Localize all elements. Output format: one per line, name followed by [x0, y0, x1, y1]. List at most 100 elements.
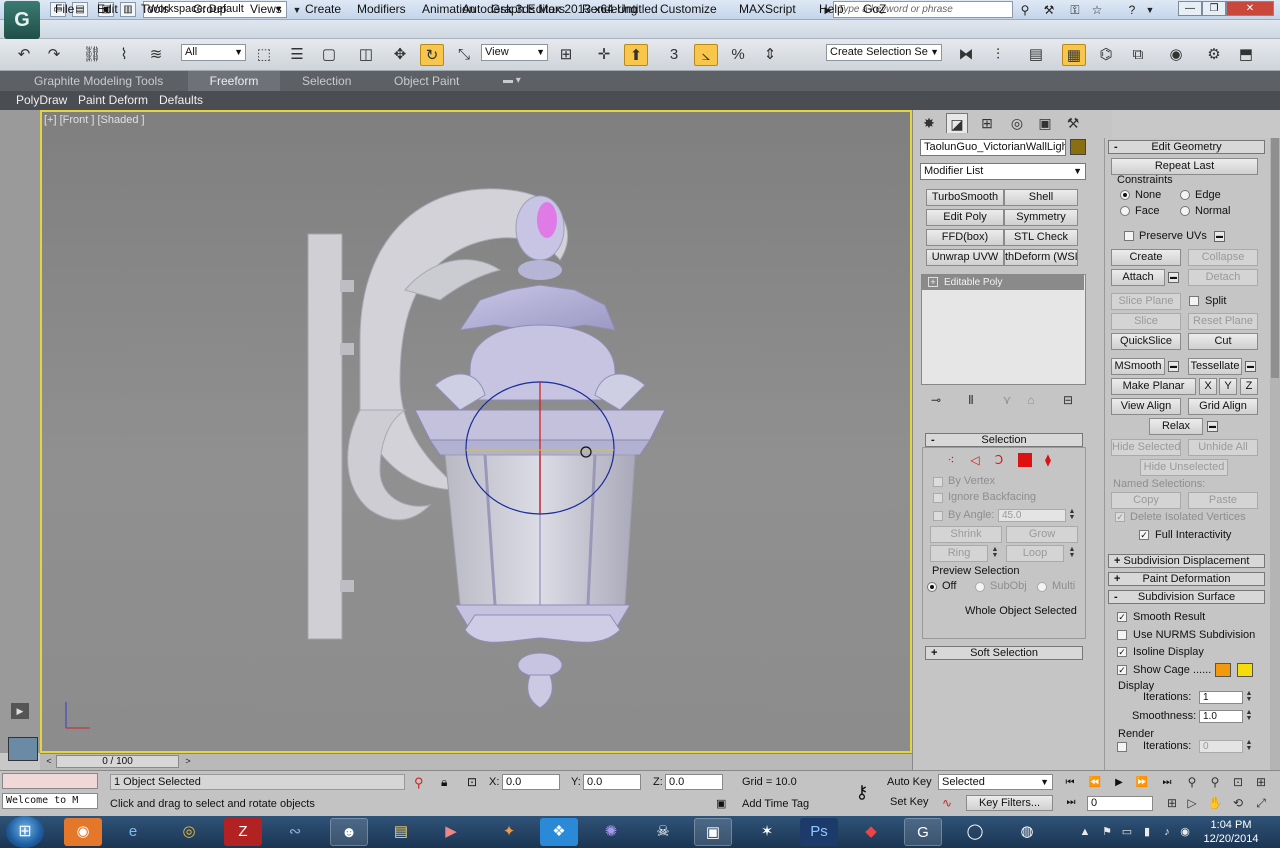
- planar-z-button[interactable]: Z: [1240, 378, 1258, 395]
- planar-y-button[interactable]: Y: [1219, 378, 1237, 395]
- app-purple-icon[interactable]: ✺: [592, 818, 630, 846]
- close-icon[interactable]: ✕: [1226, 1, 1274, 16]
- paste-button[interactable]: Paste: [1188, 492, 1258, 509]
- edit-geometry-rollout-header[interactable]: - Edit Geometry: [1108, 140, 1265, 154]
- spinner-arrows-icon[interactable]: ▲ ▼: [1245, 709, 1253, 723]
- show-cage-checkbox[interactable]: ✓: [1117, 665, 1127, 675]
- tessellate-settings-icon[interactable]: ▬: [1245, 361, 1256, 372]
- angle-snap-icon[interactable]: ⦣: [694, 44, 718, 66]
- create-panel-icon[interactable]: ✸: [918, 113, 940, 133]
- maxscript-listener-input[interactable]: [2, 773, 98, 789]
- maximize-viewport-icon[interactable]: ⤢: [1253, 796, 1269, 811]
- wrench-icon[interactable]: ⚒: [1041, 2, 1057, 18]
- layer-manager-icon[interactable]: ▤: [1024, 44, 1048, 66]
- app-creature-icon[interactable]: ☻: [330, 818, 368, 846]
- relax-settings-icon[interactable]: ▬: [1207, 421, 1218, 432]
- zoom-extents-all-icon[interactable]: ⊞: [1253, 775, 1269, 790]
- default-key-icon[interactable]: ⚷: [848, 783, 876, 801]
- add-time-tag-button[interactable]: Add Time Tag: [742, 798, 809, 810]
- hide-selected-button[interactable]: Hide Selected: [1111, 439, 1181, 456]
- by-angle-spinner[interactable]: 45.0: [998, 509, 1066, 522]
- maxscript-listener-output[interactable]: Welcome to M: [2, 793, 98, 809]
- app-logo-icon[interactable]: G: [4, 1, 40, 39]
- repeat-last-button[interactable]: Repeat Last: [1111, 158, 1258, 175]
- next-frame-icon[interactable]: ⏩: [1133, 776, 1151, 790]
- current-frame-field[interactable]: 0: [1087, 796, 1153, 811]
- tray-network-icon[interactable]: ▮: [1140, 824, 1154, 840]
- make-unique-icon[interactable]: ⋎: [999, 393, 1015, 407]
- hide-unselected-button[interactable]: Hide Unselected: [1140, 459, 1228, 476]
- modifier-stl-check-button[interactable]: STL Check: [1004, 229, 1078, 246]
- full-interactivity-checkbox[interactable]: ✓: [1139, 530, 1149, 540]
- menu-modifiers[interactable]: Modifiers: [357, 0, 406, 19]
- chevron-left-icon[interactable]: <: [42, 755, 56, 768]
- project-folder-icon[interactable]: ▥: [120, 2, 136, 17]
- ribbon-options-icon[interactable]: ▬ ▾: [503, 71, 521, 91]
- soft-selection-rollout-header[interactable]: + Soft Selection: [925, 646, 1083, 660]
- delete-isolated-checkbox[interactable]: ✓: [1115, 512, 1125, 522]
- app-window-icon[interactable]: ▣: [694, 818, 732, 846]
- redo-icon[interactable]: ↷: [42, 44, 66, 66]
- collapse-button[interactable]: Collapse: [1188, 249, 1258, 266]
- msmooth-settings-icon[interactable]: ▬: [1168, 361, 1179, 372]
- tray-clock[interactable]: 1:04 PM 12/20/2014: [1196, 818, 1266, 846]
- constraint-normal-radio[interactable]: [1180, 206, 1190, 216]
- binoculars-icon[interactable]: ⚲: [1017, 2, 1033, 18]
- auto-key-button[interactable]: Auto Key: [887, 776, 932, 788]
- time-configuration-icon[interactable]: ⊞: [1164, 796, 1180, 811]
- firefox-icon[interactable]: ◉: [64, 818, 102, 846]
- viewport-scene[interactable]: [40, 110, 912, 753]
- tray-flag-icon[interactable]: ⚑: [1100, 824, 1114, 840]
- tessellate-button[interactable]: Tessellate: [1188, 358, 1242, 375]
- tab-graphite-modeling-tools[interactable]: Graphite Modeling Tools: [34, 71, 163, 91]
- search-input[interactable]: Type a keyword or phrase: [833, 1, 1013, 18]
- tray-display-icon[interactable]: ▭: [1120, 824, 1134, 840]
- window-crossing-icon[interactable]: ◫: [354, 44, 378, 66]
- paint-deformation-header[interactable]: + Paint Deformation: [1108, 572, 1265, 586]
- object-color-swatch[interactable]: [1070, 139, 1086, 155]
- menu-group[interactable]: Group: [193, 0, 226, 19]
- spinner-snap-icon[interactable]: ⇕: [758, 44, 782, 66]
- subdivision-surface-header[interactable]: - Subdivision Surface: [1108, 590, 1265, 604]
- manipulate-icon[interactable]: ✛: [592, 44, 616, 66]
- grow-button[interactable]: Grow: [1006, 526, 1078, 543]
- open-file-icon[interactable]: ▤: [72, 2, 88, 17]
- go-to-end-icon[interactable]: ⏭: [1158, 776, 1176, 790]
- subdivision-displacement-header[interactable]: + Subdivision Displacement: [1108, 554, 1265, 568]
- app-red-icon[interactable]: ◆: [852, 818, 890, 846]
- object-name-field[interactable]: TaolunGuo_VictorianWallLight: [920, 139, 1066, 156]
- modify-panel-icon[interactable]: ◪: [946, 113, 968, 133]
- menu-tools[interactable]: Tools: [141, 0, 169, 19]
- by-vertex-checkbox[interactable]: [933, 477, 943, 487]
- 3ds-max-taskbar-icon[interactable]: G: [904, 818, 942, 846]
- tray-chevron-up-icon[interactable]: ▲: [1078, 824, 1092, 840]
- split-checkbox[interactable]: [1189, 296, 1199, 306]
- tray-volume-icon[interactable]: ♪: [1160, 824, 1174, 840]
- by-angle-checkbox[interactable]: [933, 511, 943, 521]
- constraint-none-radio[interactable]: [1120, 190, 1130, 200]
- polygon-mode-icon[interactable]: [1018, 453, 1032, 467]
- orbit-icon[interactable]: ⟲: [1230, 796, 1246, 811]
- attach-button[interactable]: Attach: [1111, 269, 1165, 286]
- modifier-stack[interactable]: [921, 274, 1086, 385]
- zoom-icon[interactable]: ⚲: [1184, 775, 1200, 790]
- modifier-turbosmooth-button[interactable]: TurboSmooth: [926, 189, 1004, 206]
- loop-button[interactable]: Loop: [1006, 545, 1064, 562]
- key-mode-toggle-icon[interactable]: ⏭: [1062, 796, 1080, 810]
- reference-coordinate-dropdown[interactable]: View ▼: [481, 44, 548, 61]
- display-panel-icon[interactable]: ▣: [1034, 113, 1056, 133]
- tab-selection[interactable]: Selection: [302, 71, 351, 91]
- relax-button[interactable]: Relax: [1149, 418, 1203, 435]
- utilities-panel-icon[interactable]: ⚒: [1062, 113, 1084, 133]
- cut-button[interactable]: Cut: [1188, 333, 1258, 350]
- menu-graph-editors[interactable]: Graph Editors: [491, 0, 565, 19]
- pan-view-icon[interactable]: ✋: [1207, 796, 1223, 811]
- move-icon[interactable]: ✥: [388, 44, 412, 66]
- menu-create[interactable]: Create: [305, 0, 341, 19]
- maximize-icon[interactable]: ❐: [1202, 1, 1226, 16]
- copy-button[interactable]: Copy: [1111, 492, 1181, 509]
- spinner-arrows-icon[interactable]: ▲ ▼: [1245, 739, 1253, 753]
- isolate-selection-icon[interactable]: ⚲: [414, 775, 424, 791]
- selection-rollout-header[interactable]: - Selection: [925, 433, 1083, 447]
- preview-subobj-radio[interactable]: [975, 582, 985, 592]
